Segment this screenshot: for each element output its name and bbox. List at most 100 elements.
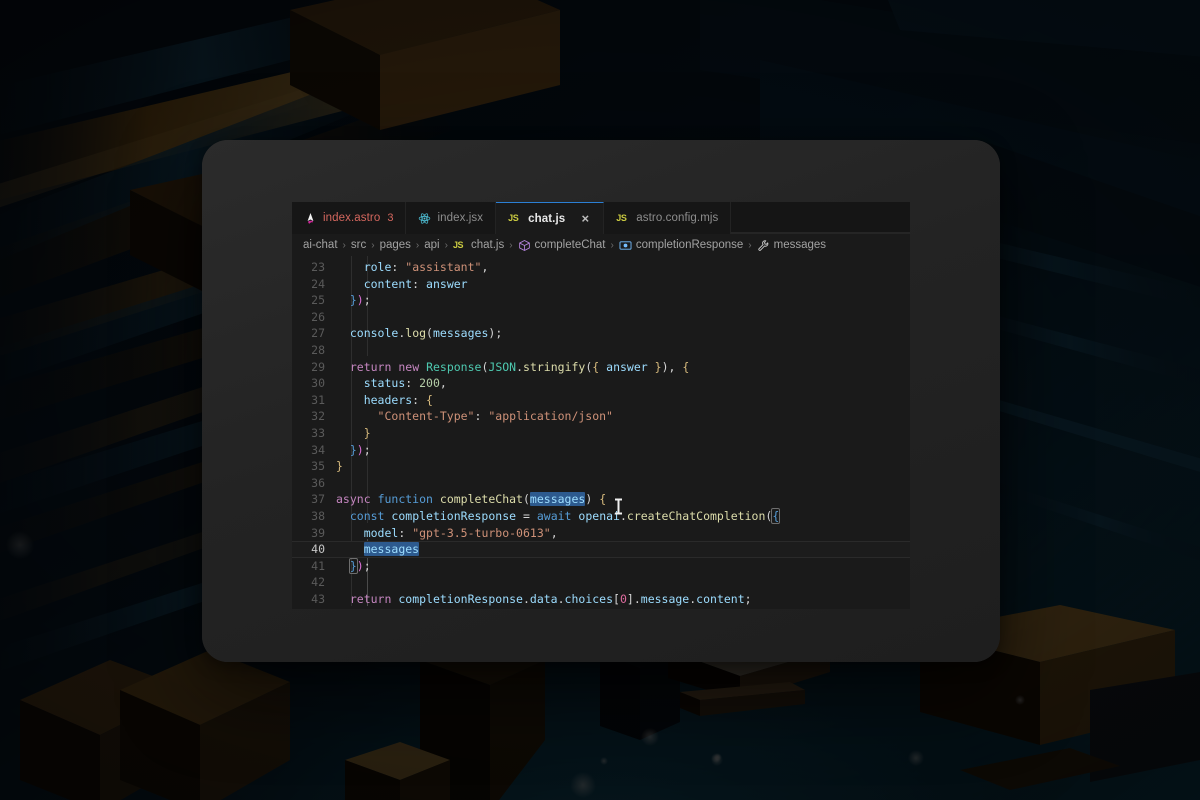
breadcrumb-separator-icon: ›	[415, 239, 420, 251]
code-line-text[interactable]: });	[336, 557, 371, 575]
code-line: 26	[292, 309, 910, 326]
code-line-text[interactable]: messages	[336, 541, 420, 558]
code-line-text[interactable]: const completionResponse = await openai.…	[336, 507, 781, 525]
code-line-text[interactable]: role: "assistant",	[336, 259, 489, 276]
line-number: 33	[311, 425, 325, 440]
breadcrumb-label: ai-chat	[303, 239, 338, 251]
breadcrumb-item-src[interactable]: src	[351, 239, 366, 251]
method-icon	[518, 239, 531, 252]
breadcrumb-item-chat-js[interactable]: JS chat.js	[453, 239, 504, 252]
code-line-text[interactable]: console.log(messages);	[336, 325, 502, 342]
code-area[interactable]: 23 role: "assistant", 24 content: answer 2…	[292, 256, 910, 606]
editor-tab-astro-config-mjs[interactable]: JS astro.config.mjs	[604, 202, 732, 234]
code-line: 43 return completionResponse.data.choice…	[292, 591, 910, 606]
code-line-text[interactable]: });	[336, 292, 371, 309]
line-number: 41	[311, 558, 325, 573]
editor-tab-index-jsx[interactable]: index.jsx	[406, 202, 497, 234]
code-line-text[interactable]: });	[336, 442, 371, 459]
code-line-text[interactable]: }	[336, 425, 371, 442]
tab-problem-count-badge: 3	[387, 212, 394, 224]
astro-icon	[304, 212, 317, 225]
code-line: 24 content: answer	[292, 276, 910, 293]
breadcrumb-item-api[interactable]: api	[424, 239, 439, 251]
code-line: 35}	[292, 458, 910, 475]
code-line-text[interactable]: return new Response(JSON.stringify({ ans…	[336, 359, 689, 376]
breadcrumb-separator-icon: ›	[509, 239, 513, 251]
line-number: 24	[311, 276, 325, 291]
tab-bar-empty-space	[731, 202, 910, 233]
code-line: 33 }	[292, 425, 910, 442]
line-number: 31	[311, 392, 325, 407]
breadcrumb-label: pages	[379, 239, 411, 251]
line-number: 28	[311, 342, 325, 357]
code-line: 38 const completionResponse = await open…	[292, 507, 910, 525]
line-number: 30	[311, 376, 325, 391]
line-number: 43	[311, 591, 325, 606]
editor-tab-bar: index.astro 3 index.jsx JS chat.js × JS astro.c…	[292, 202, 910, 234]
tab-label: chat.js	[528, 212, 566, 225]
code-line: 23 role: "assistant",	[292, 259, 910, 276]
breadcrumb-item-messages[interactable]: messages	[757, 239, 826, 252]
line-number: 32	[311, 409, 325, 424]
editor-tab-index-astro[interactable]: index.astro 3	[292, 202, 407, 234]
line-number: 27	[311, 326, 325, 341]
code-line-text[interactable]: headers: {	[336, 392, 433, 409]
breadcrumb-item-completeChat[interactable]: completeChat	[518, 239, 606, 252]
breadcrumb-separator-icon: ›	[371, 239, 375, 251]
code-line-text[interactable]: content: answer	[336, 276, 468, 293]
code-line-text[interactable]: "Content-Type": "application/json"	[336, 408, 613, 425]
tab-label: index.jsx	[437, 212, 484, 224]
js-icon: JS	[452, 239, 464, 250]
breadcrumb-item-pages[interactable]: pages	[380, 239, 411, 251]
code-line: 27 console.log(messages);	[292, 325, 910, 342]
code-line-text[interactable]: status: 200,	[336, 375, 447, 392]
breadcrumb-item-ai-chat[interactable]: ai-chat	[303, 239, 338, 251]
line-number: 23	[311, 260, 325, 274]
line-number: 37	[311, 492, 325, 507]
line-number: 26	[311, 309, 325, 324]
editor-tab-chat-js[interactable]: JS chat.js ×	[496, 202, 605, 234]
tab-label: astro.config.mjs	[636, 212, 719, 224]
breadcrumb-label: completionResponse	[635, 239, 744, 251]
code-editor-window: index.astro 3 index.jsx JS chat.js × JS astro.c…	[202, 140, 1000, 662]
code-line: 37 async function completeChat(messages) …	[292, 491, 910, 508]
code-line: 25 });	[292, 292, 910, 309]
editor-panel: index.astro 3 index.jsx JS chat.js × JS astro.c…	[292, 202, 910, 609]
breadcrumb: ai-chat › src › pages › api › JS chat.js › complete…	[292, 234, 910, 256]
code-line: 30 status: 200,	[292, 375, 910, 392]
tab-label: index.astro	[323, 212, 381, 224]
code-line: 31 headers: {	[292, 392, 910, 409]
line-number: 35	[311, 459, 325, 474]
code-lines: 23 role: "assistant", 24 content: answer 2…	[292, 259, 910, 606]
code-line: 34 });	[292, 442, 910, 459]
line-number: 34	[311, 442, 325, 457]
line-number: 39	[311, 525, 325, 540]
breadcrumb-label: chat.js	[470, 239, 505, 251]
line-number: 38	[311, 508, 325, 523]
property-icon	[757, 239, 770, 252]
code-line-text[interactable]: return completionResponse.data.choices[0…	[336, 591, 752, 606]
code-line-text[interactable]: model: "gpt-3.5-turbo-0613",	[336, 525, 558, 542]
breadcrumb-separator-icon: ›	[748, 239, 752, 251]
js-icon: JS	[616, 212, 627, 223]
breadcrumb-label: messages	[773, 239, 827, 251]
close-icon[interactable]: ×	[579, 212, 591, 225]
code-line-text[interactable]: }	[336, 458, 343, 475]
breadcrumb-label: api	[424, 239, 440, 251]
code-line: 40 messages	[292, 541, 910, 558]
code-line-text[interactable]: async function completeChat(messages) {	[336, 491, 606, 508]
variable-icon	[619, 239, 632, 252]
breadcrumb-separator-icon: ›	[610, 239, 614, 251]
code-line: 32 "Content-Type": "application/json"	[292, 408, 910, 425]
line-number: 40	[311, 542, 325, 557]
js-icon: JS	[508, 213, 519, 223]
code-line: 29 return new Response(JSON.stringify({ …	[292, 359, 910, 376]
line-number: 42	[311, 575, 325, 590]
line-number: 25	[311, 293, 325, 308]
line-number: 29	[311, 359, 325, 374]
breadcrumb-label: src	[350, 239, 367, 251]
breadcrumb-item-completionResponse[interactable]: completionResponse	[619, 239, 743, 252]
code-line: 36	[292, 475, 910, 492]
code-line: 42	[292, 574, 910, 591]
react-icon	[418, 212, 431, 225]
